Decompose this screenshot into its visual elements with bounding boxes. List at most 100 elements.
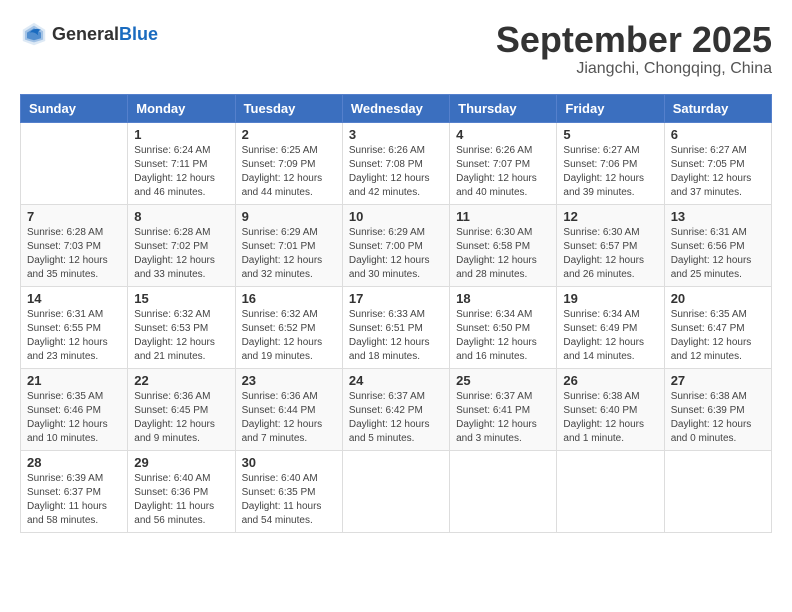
day-info: Sunrise: 6:29 AM Sunset: 7:01 PM Dayligh…: [242, 226, 336, 282]
calendar-cell: 19 Sunrise: 6:34 AM Sunset: 6:49 PM Dayli…: [557, 286, 664, 368]
day-number: 17: [349, 291, 443, 306]
calendar-cell: 28 Sunrise: 6:39 AM Sunset: 6:37 PM Dayli…: [21, 450, 128, 532]
day-number: 25: [456, 373, 550, 388]
day-number: 16: [242, 291, 336, 306]
calendar-cell: 2 Sunrise: 6:25 AM Sunset: 7:09 PM Daylig…: [235, 122, 342, 204]
day-number: 13: [671, 209, 765, 224]
day-info: Sunrise: 6:24 AM Sunset: 7:11 PM Dayligh…: [134, 144, 228, 200]
logo-icon: [20, 20, 48, 48]
calendar-cell: 7 Sunrise: 6:28 AM Sunset: 7:03 PM Daylig…: [21, 204, 128, 286]
calendar-cell: 15 Sunrise: 6:32 AM Sunset: 6:53 PM Dayli…: [128, 286, 235, 368]
day-number: 27: [671, 373, 765, 388]
day-info: Sunrise: 6:28 AM Sunset: 7:03 PM Dayligh…: [27, 226, 121, 282]
day-number: 18: [456, 291, 550, 306]
calendar-cell: [342, 450, 449, 532]
day-number: 7: [27, 209, 121, 224]
calendar-cell: 1 Sunrise: 6:24 AM Sunset: 7:11 PM Daylig…: [128, 122, 235, 204]
calendar-cell: 14Sunrise: 6:31 AM Sunset: 6:55 PM Dayli…: [21, 286, 128, 368]
page-header: GeneralBlue September 2025 Jiangchi, Cho…: [20, 20, 772, 78]
day-number: 28: [27, 455, 121, 470]
day-number: 6: [671, 127, 765, 142]
calendar-cell: 13Sunrise: 6:31 AM Sunset: 6:56 PM Dayli…: [664, 204, 771, 286]
day-info: Sunrise: 6:37 AM Sunset: 6:42 PM Dayligh…: [349, 390, 443, 446]
weekday-header-sunday: Sunday: [21, 94, 128, 122]
day-number: 12: [563, 209, 657, 224]
day-info: Sunrise: 6:35 AM Sunset: 6:46 PM Dayligh…: [27, 390, 121, 446]
day-info: Sunrise: 6:39 AM Sunset: 6:37 PM Dayligh…: [27, 472, 121, 528]
day-number: 20: [671, 291, 765, 306]
week-row-5: 28 Sunrise: 6:39 AM Sunset: 6:37 PM Dayli…: [21, 450, 772, 532]
week-row-3: 14Sunrise: 6:31 AM Sunset: 6:55 PM Dayli…: [21, 286, 772, 368]
logo-general: General: [52, 24, 119, 44]
day-info: Sunrise: 6:34 AM Sunset: 6:49 PM Dayligh…: [563, 308, 657, 364]
day-number: 24: [349, 373, 443, 388]
calendar-cell: 5 Sunrise: 6:27 AM Sunset: 7:06 PM Daylig…: [557, 122, 664, 204]
weekday-header-monday: Monday: [128, 94, 235, 122]
day-info: Sunrise: 6:30 AM Sunset: 6:58 PM Dayligh…: [456, 226, 550, 282]
day-number: 1: [134, 127, 228, 142]
weekday-header-tuesday: Tuesday: [235, 94, 342, 122]
calendar-table: SundayMondayTuesdayWednesdayThursdayFrid…: [20, 94, 772, 533]
logo: GeneralBlue: [20, 20, 158, 48]
day-number: 22: [134, 373, 228, 388]
calendar-cell: [664, 450, 771, 532]
calendar-cell: 26 Sunrise: 6:38 AM Sunset: 6:40 PM Dayli…: [557, 368, 664, 450]
calendar-cell: 18Sunrise: 6:34 AM Sunset: 6:50 PM Dayli…: [450, 286, 557, 368]
week-row-1: 1 Sunrise: 6:24 AM Sunset: 7:11 PM Daylig…: [21, 122, 772, 204]
calendar-cell: 16 Sunrise: 6:32 AM Sunset: 6:52 PM Dayli…: [235, 286, 342, 368]
calendar-cell: 17 Sunrise: 6:33 AM Sunset: 6:51 PM Dayli…: [342, 286, 449, 368]
day-number: 23: [242, 373, 336, 388]
day-info: Sunrise: 6:40 AM Sunset: 6:36 PM Dayligh…: [134, 472, 228, 528]
day-info: Sunrise: 6:26 AM Sunset: 7:08 PM Dayligh…: [349, 144, 443, 200]
calendar-cell: 25 Sunrise: 6:37 AM Sunset: 6:41 PM Dayli…: [450, 368, 557, 450]
weekday-header-saturday: Saturday: [664, 94, 771, 122]
day-info: Sunrise: 6:28 AM Sunset: 7:02 PM Dayligh…: [134, 226, 228, 282]
day-number: 26: [563, 373, 657, 388]
day-info: Sunrise: 6:31 AM Sunset: 6:55 PM Dayligh…: [27, 308, 121, 364]
day-number: 29: [134, 455, 228, 470]
day-number: 10: [349, 209, 443, 224]
day-info: Sunrise: 6:37 AM Sunset: 6:41 PM Dayligh…: [456, 390, 550, 446]
calendar-cell: 6 Sunrise: 6:27 AM Sunset: 7:05 PM Daylig…: [664, 122, 771, 204]
calendar-cell: 8Sunrise: 6:28 AM Sunset: 7:02 PM Daylig…: [128, 204, 235, 286]
week-row-4: 21 Sunrise: 6:35 AM Sunset: 6:46 PM Dayli…: [21, 368, 772, 450]
day-number: 2: [242, 127, 336, 142]
day-number: 3: [349, 127, 443, 142]
day-info: Sunrise: 6:40 AM Sunset: 6:35 PM Dayligh…: [242, 472, 336, 528]
day-number: 30: [242, 455, 336, 470]
day-info: Sunrise: 6:27 AM Sunset: 7:05 PM Dayligh…: [671, 144, 765, 200]
title-block: September 2025 Jiangchi, Chongqing, Chin…: [496, 20, 772, 78]
calendar-cell: 21 Sunrise: 6:35 AM Sunset: 6:46 PM Dayli…: [21, 368, 128, 450]
day-info: Sunrise: 6:35 AM Sunset: 6:47 PM Dayligh…: [671, 308, 765, 364]
day-info: Sunrise: 6:26 AM Sunset: 7:07 PM Dayligh…: [456, 144, 550, 200]
day-info: Sunrise: 6:32 AM Sunset: 6:53 PM Dayligh…: [134, 308, 228, 364]
day-info: Sunrise: 6:38 AM Sunset: 6:40 PM Dayligh…: [563, 390, 657, 446]
weekday-header-wednesday: Wednesday: [342, 94, 449, 122]
day-number: 5: [563, 127, 657, 142]
logo-text-group: GeneralBlue: [52, 24, 158, 45]
calendar-cell: 24 Sunrise: 6:37 AM Sunset: 6:42 PM Dayli…: [342, 368, 449, 450]
logo-blue: Blue: [119, 24, 158, 44]
calendar-cell: [450, 450, 557, 532]
day-info: Sunrise: 6:25 AM Sunset: 7:09 PM Dayligh…: [242, 144, 336, 200]
calendar-cell: 12 Sunrise: 6:30 AM Sunset: 6:57 PM Dayli…: [557, 204, 664, 286]
day-info: Sunrise: 6:29 AM Sunset: 7:00 PM Dayligh…: [349, 226, 443, 282]
calendar-cell: 20 Sunrise: 6:35 AM Sunset: 6:47 PM Dayli…: [664, 286, 771, 368]
calendar-cell: 22Sunrise: 6:36 AM Sunset: 6:45 PM Dayli…: [128, 368, 235, 450]
day-number: 21: [27, 373, 121, 388]
day-number: 19: [563, 291, 657, 306]
day-info: Sunrise: 6:32 AM Sunset: 6:52 PM Dayligh…: [242, 308, 336, 364]
weekday-header-thursday: Thursday: [450, 94, 557, 122]
day-info: Sunrise: 6:38 AM Sunset: 6:39 PM Dayligh…: [671, 390, 765, 446]
calendar-cell: 3 Sunrise: 6:26 AM Sunset: 7:08 PM Daylig…: [342, 122, 449, 204]
calendar-cell: 11 Sunrise: 6:30 AM Sunset: 6:58 PM Dayli…: [450, 204, 557, 286]
calendar-cell: [21, 122, 128, 204]
day-info: Sunrise: 6:30 AM Sunset: 6:57 PM Dayligh…: [563, 226, 657, 282]
day-number: 4: [456, 127, 550, 142]
day-info: Sunrise: 6:33 AM Sunset: 6:51 PM Dayligh…: [349, 308, 443, 364]
day-number: 11: [456, 209, 550, 224]
day-info: Sunrise: 6:27 AM Sunset: 7:06 PM Dayligh…: [563, 144, 657, 200]
day-number: 15: [134, 291, 228, 306]
weekday-header-row: SundayMondayTuesdayWednesdayThursdayFrid…: [21, 94, 772, 122]
calendar-cell: 4 Sunrise: 6:26 AM Sunset: 7:07 PM Daylig…: [450, 122, 557, 204]
